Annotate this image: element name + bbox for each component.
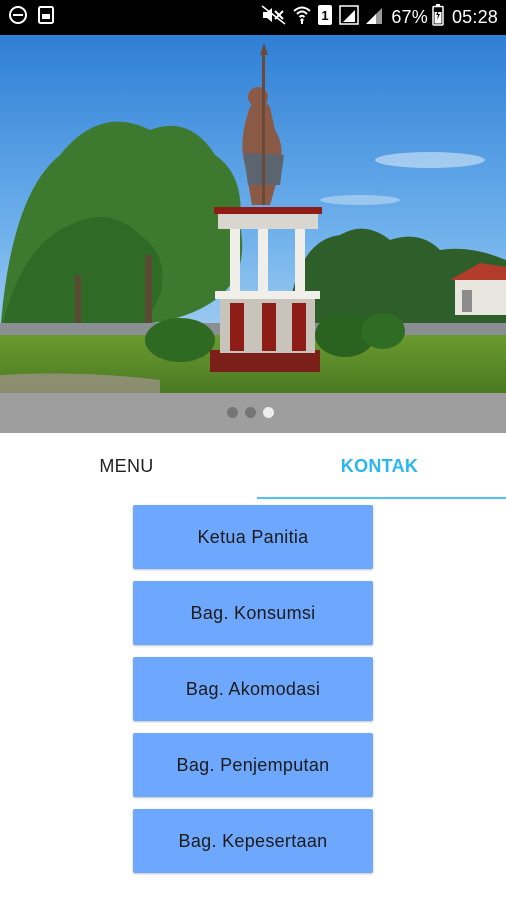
signal-2-icon xyxy=(365,5,383,30)
app-screen: 1 67% 05:28 MENU KONTAK Ketua Panitia Ba… xyxy=(0,0,506,900)
svg-text:1: 1 xyxy=(322,8,329,23)
status-bar: 1 67% 05:28 xyxy=(0,0,506,35)
do-not-disturb-icon xyxy=(8,5,28,30)
status-bar-right: 1 67% 05:28 xyxy=(261,0,498,35)
bag-akomodasi-button[interactable]: Bag. Akomodasi xyxy=(133,657,373,721)
tab-kontak[interactable]: KONTAK xyxy=(253,433,506,499)
status-bar-left xyxy=(8,0,64,35)
sim-1-icon: 1 xyxy=(317,4,333,31)
bag-penjemputan-button[interactable]: Bag. Penjemputan xyxy=(133,733,373,797)
ketua-panitia-button[interactable]: Ketua Panitia xyxy=(133,505,373,569)
tab-bar: MENU KONTAK xyxy=(0,433,506,499)
status-clock: 05:28 xyxy=(451,7,498,27)
signal-1-icon xyxy=(339,5,360,30)
banner-carousel[interactable] xyxy=(0,35,506,393)
wifi-icon xyxy=(293,5,311,30)
monument-photo xyxy=(0,35,506,393)
bag-kepesertaan-button[interactable]: Bag. Kepesertaan xyxy=(133,809,373,873)
pager-dot-3[interactable] xyxy=(263,407,274,418)
tab-selected-indicator xyxy=(257,497,506,499)
battery-icon xyxy=(432,4,444,31)
pager-dot-1[interactable] xyxy=(227,407,238,418)
battery-percent: 67% xyxy=(391,7,428,27)
pager-dot-2[interactable] xyxy=(245,407,256,418)
bag-konsumsi-button[interactable]: Bag. Konsumsi xyxy=(133,581,373,645)
carousel-pager xyxy=(0,393,506,433)
mute-icon xyxy=(261,5,287,30)
gallery-icon xyxy=(36,5,56,30)
tab-menu[interactable]: MENU xyxy=(0,433,253,499)
